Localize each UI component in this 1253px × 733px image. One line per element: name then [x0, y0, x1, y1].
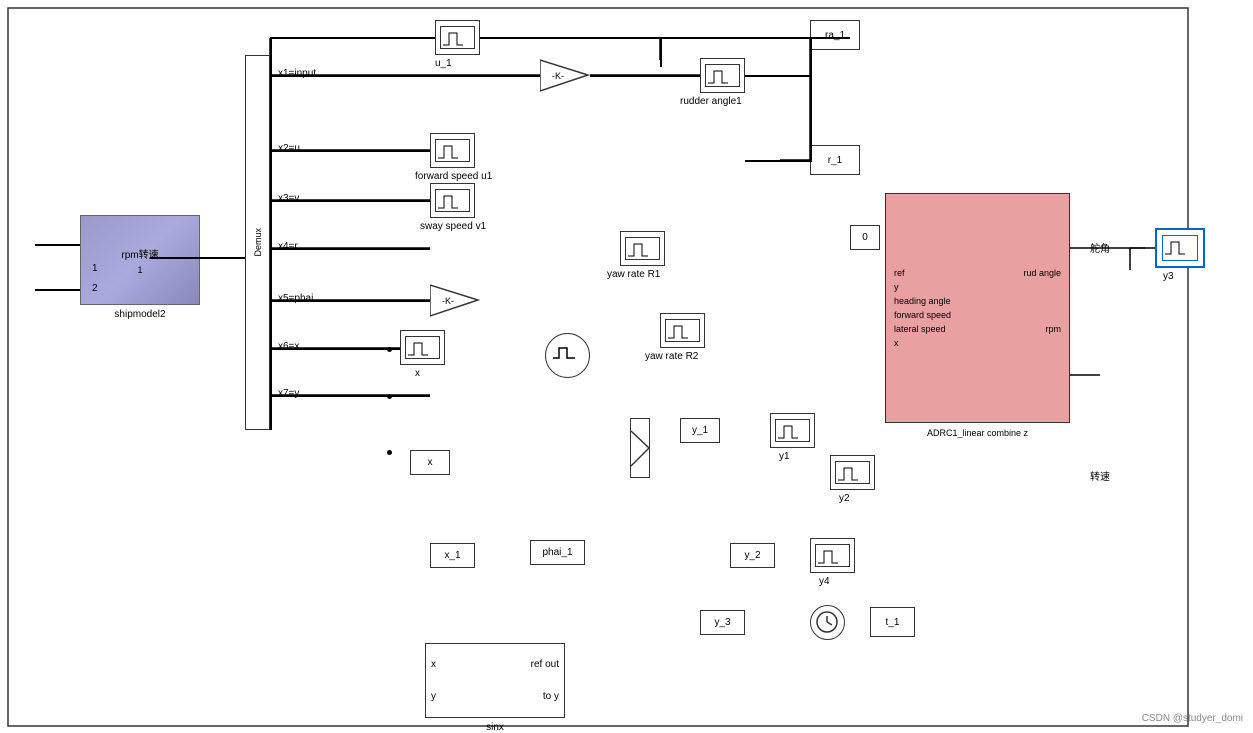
sinx-x-label: x [431, 659, 436, 670]
gain2-block[interactable]: -K- [430, 283, 480, 318]
y1-scope[interactable] [770, 413, 815, 448]
x6-label: x6=x [278, 341, 299, 352]
y3-scope[interactable] [1155, 228, 1205, 268]
adrc-heading-in: heading angle [894, 296, 951, 306]
ra1-label: ra_1 [825, 30, 845, 41]
x1-block[interactable]: x_1 [430, 543, 475, 568]
shipmodel-block[interactable]: rpm转速 1 shipmodel2 [80, 215, 200, 305]
sinx-y-label: y [431, 691, 436, 702]
x4-label: x4=r [278, 241, 298, 252]
forward-speed-label: forward speed u1 [415, 171, 492, 182]
y2-scope[interactable] [830, 455, 875, 490]
x-block[interactable]: x [410, 450, 450, 475]
phai1-block[interactable]: phai_1 [530, 540, 585, 565]
adrc-y-in: y [894, 282, 899, 292]
r1-block[interactable]: r_1 [810, 145, 860, 175]
rudder-angle1-scope[interactable] [700, 58, 745, 93]
y3-block[interactable]: y_3 [700, 610, 745, 635]
demux-label: Demux [253, 228, 263, 257]
gain1-block[interactable]: -K- [540, 58, 590, 93]
phai1-label: phai_1 [542, 547, 572, 558]
y4-scope-label: y4 [819, 576, 830, 587]
y1-block[interactable]: y_1 [680, 418, 720, 443]
adrc-rud-out: rud angle [1023, 268, 1061, 278]
adrc-x-in: x [894, 338, 899, 348]
demux-block[interactable]: Demux [245, 55, 270, 430]
x-scope-label: x [415, 368, 420, 379]
sinx-block[interactable]: x ref out y to y sinx [425, 643, 565, 718]
t1-label: t_1 [886, 617, 900, 628]
u1-scope-label: u_1 [435, 58, 452, 69]
svg-text:-K-: -K- [442, 296, 454, 306]
clock-block[interactable] [810, 605, 845, 640]
circle-scope[interactable] [545, 333, 590, 378]
adrc-label: ADRC1_linear combine z [927, 428, 1028, 438]
adrc-fwd-in: forward speed [894, 310, 951, 320]
shipmodel-port1: 1 [137, 265, 142, 275]
x2-label: x2=u [278, 143, 300, 154]
ra1-block[interactable]: ra_1 [810, 20, 860, 50]
y4-scope[interactable] [810, 538, 855, 573]
svg-text:-K-: -K- [552, 71, 564, 81]
r1-label: r_1 [828, 155, 842, 166]
adrc-block[interactable]: ref rud angle y heading angle forward sp… [885, 193, 1070, 423]
x1-label: x1=input [278, 68, 316, 79]
yaw-rate-r1-scope[interactable] [620, 231, 665, 266]
rudder-angle-cn: 舵角 [1090, 240, 1110, 255]
x3-label: x3=v [278, 193, 299, 204]
rpm-cn: 转速 [1090, 468, 1110, 483]
x-block-label: x [428, 457, 433, 468]
x-scope[interactable] [400, 330, 445, 365]
y1-scope-label: y1 [779, 451, 790, 462]
yaw-rate-r2-label: yaw rate R2 [645, 351, 698, 362]
watermark: CSDN @studyer_domi [1142, 713, 1243, 724]
y3-block-label: y_3 [714, 617, 730, 628]
adrc-rpm-out: rpm [1046, 324, 1062, 334]
sinx-name-label: sinx [486, 722, 504, 733]
u1-scope[interactable] [435, 20, 480, 55]
t1-block[interactable]: t_1 [870, 607, 915, 637]
y2-block[interactable]: y_2 [730, 543, 775, 568]
x5-label: x5=phai [278, 293, 313, 304]
y3-scope-label: y3 [1163, 271, 1174, 282]
y2-scope-label: y2 [839, 493, 850, 504]
port2-label: 2 [92, 283, 98, 294]
x7-label: x7=y [278, 388, 299, 399]
y2-block-label: y_2 [744, 550, 760, 561]
rudder-angle1-label: rudder angle1 [680, 96, 742, 107]
sway-speed-label: sway speed v1 [420, 221, 486, 232]
y1-block-label: y_1 [692, 425, 708, 436]
x1-block-label: x_1 [444, 550, 460, 561]
sinx-toy-label: to y [543, 691, 559, 702]
shipmodel-label2: shipmodel2 [114, 309, 165, 320]
adrc-lat-in: lateral speed [894, 324, 946, 334]
adrc-ref-in: ref [894, 268, 905, 278]
sinx-refout-label: ref out [531, 659, 559, 670]
zero-block[interactable]: 0 [850, 225, 880, 250]
mux-block[interactable] [630, 418, 650, 478]
forward-speed-scope[interactable] [430, 133, 475, 168]
yaw-rate-r1-label: yaw rate R1 [607, 269, 660, 280]
port1-label: 1 [92, 263, 98, 274]
sway-speed-scope[interactable] [430, 183, 475, 218]
zero-label: 0 [862, 232, 868, 243]
yaw-rate-r2-scope[interactable] [660, 313, 705, 348]
